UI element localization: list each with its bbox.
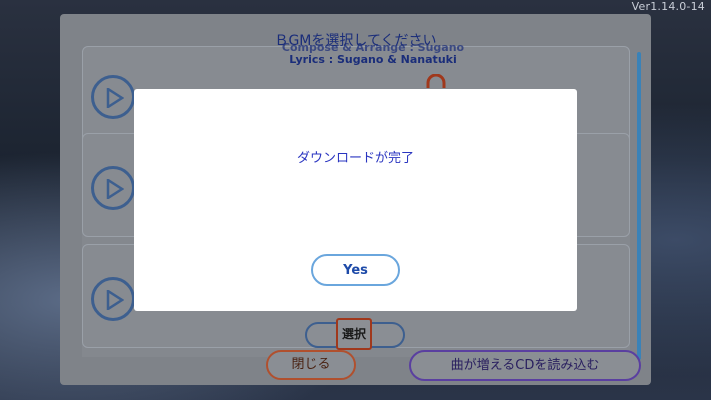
play-icon — [106, 88, 124, 108]
play-icon — [106, 179, 124, 199]
play-icon — [106, 290, 124, 310]
version-label: Ver1.14.0-14 — [631, 0, 705, 13]
scrollbar[interactable] — [637, 52, 641, 360]
close-button[interactable]: 閉じる — [266, 350, 356, 380]
yes-button[interactable]: Yes — [311, 254, 400, 286]
play-button[interactable] — [91, 277, 135, 321]
download-complete-dialog: ダウンロードが完了 Yes — [134, 89, 577, 311]
select-badge: 選択 — [336, 318, 372, 350]
dialog-message: ダウンロードが完了 — [296, 151, 414, 166]
play-button[interactable] — [91, 166, 135, 210]
credit-lyrics: Lyrics : Sugano & Nanatuki — [289, 53, 457, 66]
load-cd-button[interactable]: 曲が増えるCDを読み込む — [409, 350, 641, 381]
play-button[interactable] — [91, 75, 135, 119]
